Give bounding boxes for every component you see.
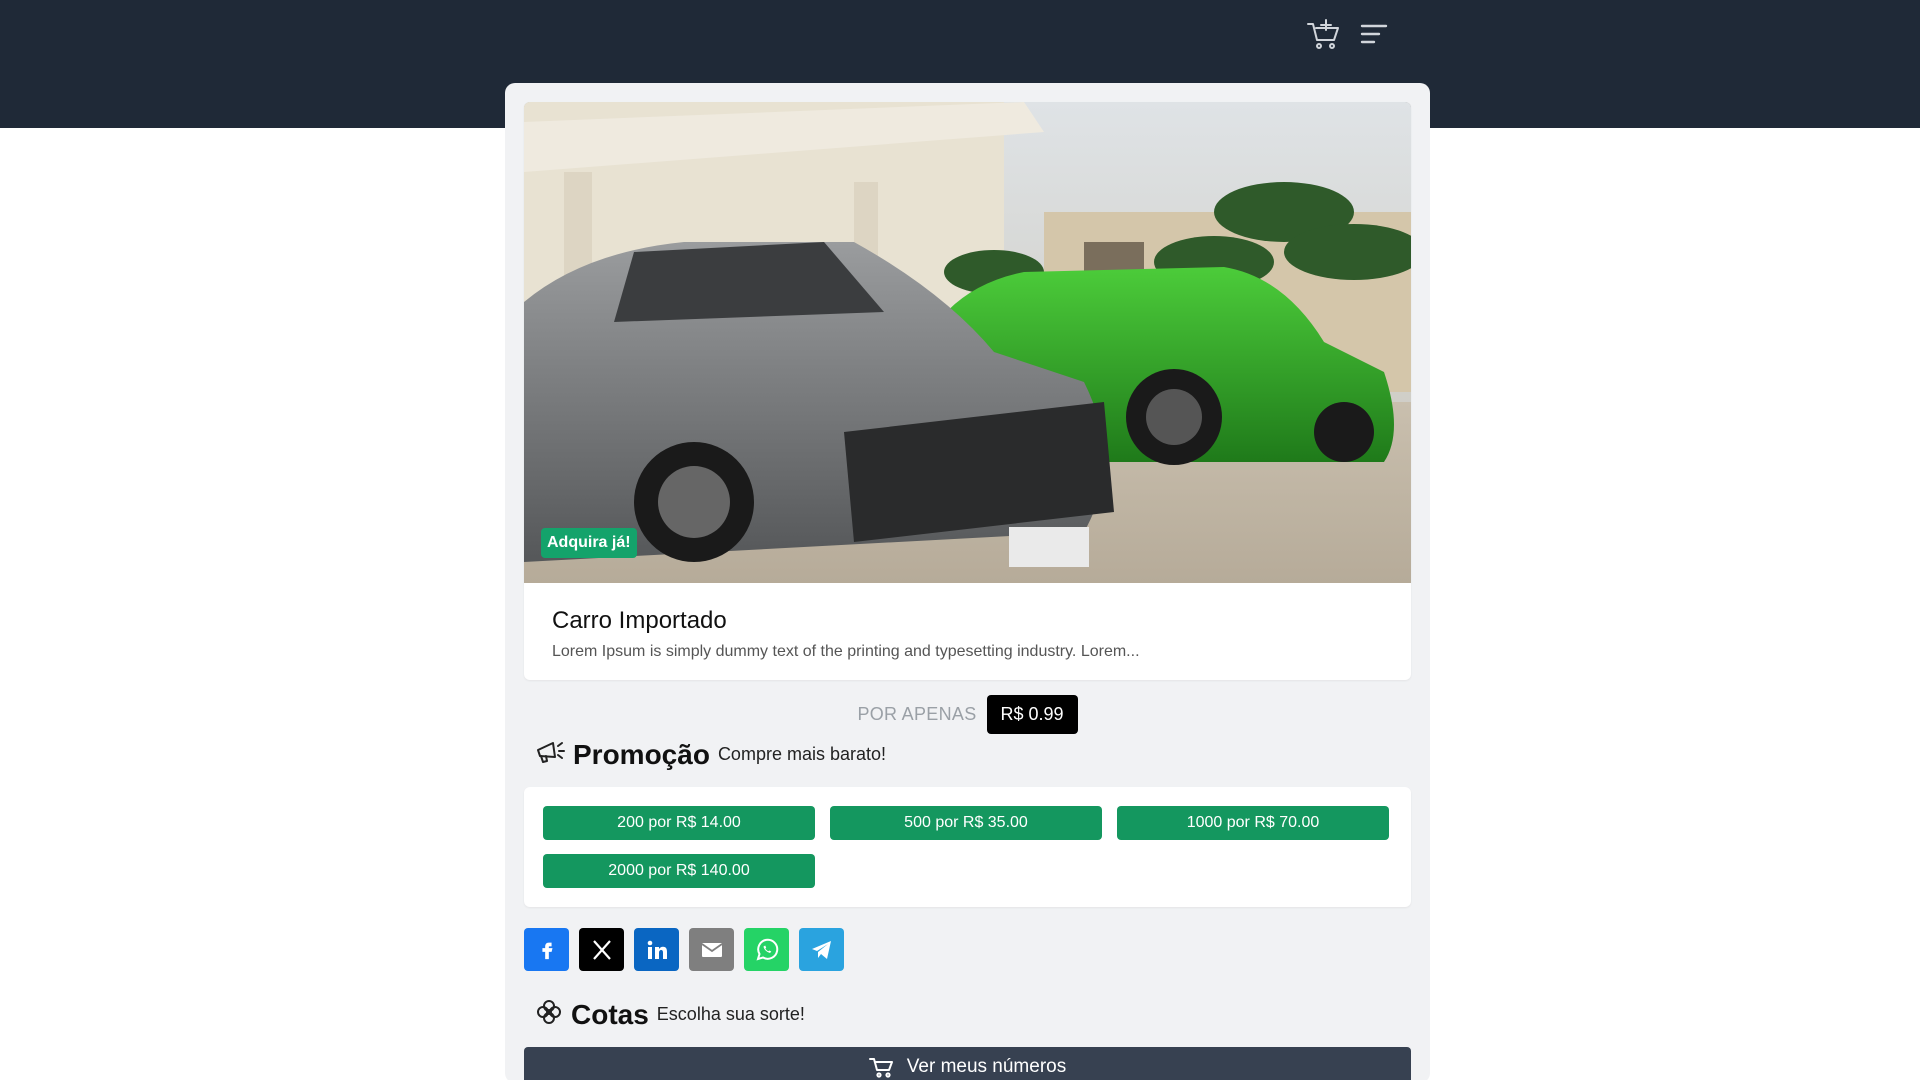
quotas-subtitle: Escolha sua sorte! bbox=[656, 1004, 805, 1024]
telegram-share-button[interactable] bbox=[799, 928, 844, 971]
promo-header: Promoção Compre mais barato! bbox=[535, 738, 886, 771]
product-description: Lorem Ipsum is simply dummy text of the … bbox=[552, 643, 1140, 660]
x-share-button[interactable] bbox=[579, 928, 624, 971]
product-title: Carro Importado bbox=[552, 607, 727, 634]
raffle-card: Adquira já! Carro Importado Lorem Ipsum … bbox=[505, 83, 1430, 1080]
promo-button-1000[interactable]: 1000 por R$ 70.00 bbox=[1117, 806, 1389, 840]
cart-icon bbox=[868, 1058, 893, 1078]
linkedin-icon bbox=[647, 940, 667, 959]
product-card[interactable]: Adquira já! Carro Importado Lorem Ipsum … bbox=[524, 102, 1411, 680]
my-numbers-button[interactable]: Ver meus números bbox=[524, 1047, 1411, 1080]
share-buttons bbox=[524, 928, 844, 971]
megaphone-icon bbox=[535, 738, 565, 771]
product-info: Carro Importado Lorem Ipsum is simply du… bbox=[524, 583, 1411, 680]
quotas-title: Cotas bbox=[571, 998, 649, 1030]
x-icon bbox=[592, 939, 611, 960]
price-row: POR APENAS R$ 0.99 bbox=[505, 695, 1430, 734]
price-label: POR APENAS bbox=[857, 704, 977, 724]
promo-button-500[interactable]: 500 por R$ 35.00 bbox=[830, 806, 1102, 840]
promo-subtitle: Compre mais barato! bbox=[717, 744, 887, 764]
navbar-actions bbox=[1306, 16, 1392, 52]
promo-title: Promoção bbox=[573, 738, 710, 770]
telegram-icon bbox=[811, 940, 831, 959]
product-image: Adquira já! bbox=[524, 102, 1411, 583]
cart-plus-icon[interactable] bbox=[1306, 16, 1342, 52]
my-numbers-label: Ver meus números bbox=[906, 1056, 1067, 1077]
email-share-button[interactable] bbox=[689, 928, 734, 971]
promo-button-2000[interactable]: 2000 por R$ 140.00 bbox=[543, 854, 815, 888]
envelope-icon bbox=[700, 942, 723, 957]
clover-icon bbox=[535, 998, 563, 1031]
promo-button-200[interactable]: 200 por R$ 14.00 bbox=[543, 806, 815, 840]
facebook-share-button[interactable] bbox=[524, 928, 569, 971]
whatsapp-share-button[interactable] bbox=[744, 928, 789, 971]
whatsapp-icon bbox=[756, 938, 778, 960]
menu-icon[interactable] bbox=[1356, 16, 1392, 52]
price-value: R$ 0.99 bbox=[986, 695, 1078, 734]
quotas-header: Cotas Escolha sua sorte! bbox=[535, 998, 805, 1031]
linkedin-share-button[interactable] bbox=[634, 928, 679, 971]
product-badge: Adquira já! bbox=[541, 528, 637, 558]
facebook-icon bbox=[541, 942, 552, 959]
promo-options: 200 por R$ 14.00 500 por R$ 35.00 1000 p… bbox=[524, 787, 1411, 907]
